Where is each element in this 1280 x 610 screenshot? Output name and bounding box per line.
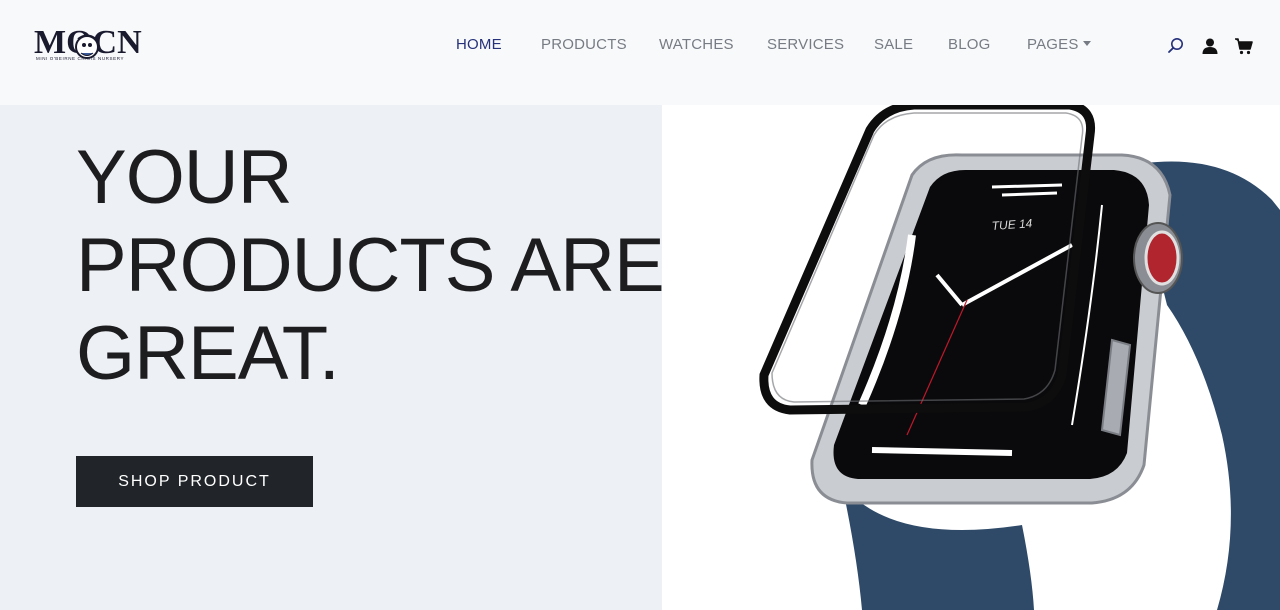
logo[interactable]: MOCN MINI O'BEIRNE CRISIS NURSERY: [34, 26, 148, 64]
hero-image-panel: TUE 14: [662, 105, 1280, 610]
search-icon[interactable]: [1166, 36, 1186, 56]
logo-subtitle: MINI O'BEIRNE CRISIS NURSERY: [36, 56, 125, 61]
watch-date: TUE 14: [991, 216, 1033, 233]
hero-title-line: PRODUCTS ARE: [76, 223, 665, 308]
nav-blog[interactable]: BLOG: [948, 36, 990, 54]
shop-product-button[interactable]: SHOP PRODUCT: [76, 456, 313, 507]
watch-crown-ring: [1144, 230, 1180, 286]
nav-services[interactable]: SERVICES: [767, 36, 844, 54]
hero-title-line: YOUR: [76, 135, 293, 220]
smartwatch-image: TUE 14: [759, 105, 1280, 610]
site-header: MOCN MINI O'BEIRNE CRISIS NURSERY HOME P…: [0, 0, 1280, 105]
nav-products[interactable]: PRODUCTS: [541, 36, 627, 54]
hero-title: YOUR PRODUCTS ARE GREAT.: [76, 134, 665, 398]
nav-pages-dropdown[interactable]: PAGES: [1027, 36, 1091, 54]
nav-sale[interactable]: SALE: [874, 36, 913, 54]
chevron-down-icon: [1082, 41, 1091, 46]
cart-icon[interactable]: [1234, 36, 1254, 56]
hero-title-line: GREAT.: [76, 311, 340, 396]
user-icon[interactable]: [1200, 36, 1220, 56]
nav-watches[interactable]: WATCHES: [659, 36, 734, 54]
nav-pages-label: PAGES: [1027, 36, 1079, 53]
nav-home[interactable]: HOME: [456, 36, 502, 54]
